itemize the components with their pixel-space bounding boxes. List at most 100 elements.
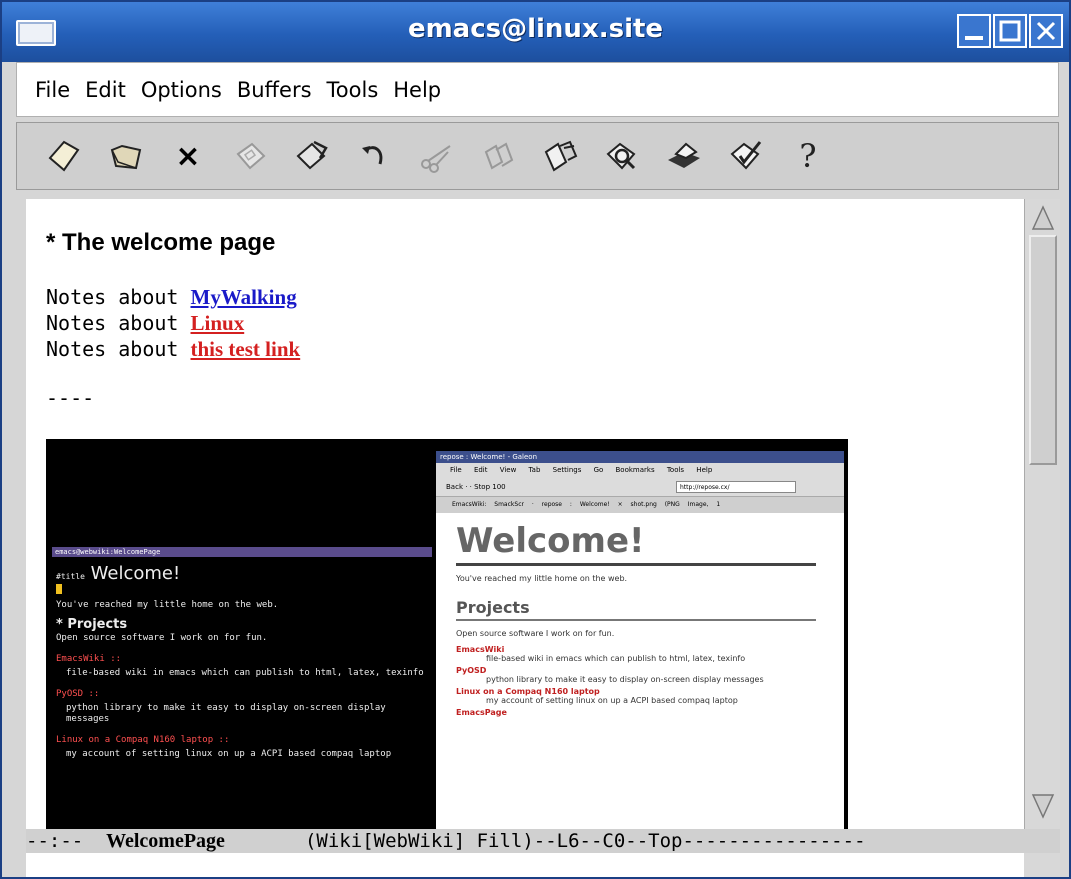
save-as-icon <box>296 140 328 170</box>
mode-line: --:-- WelcomePage (Wiki[WebWiki] Fill)--… <box>26 829 1060 853</box>
editor-buffer[interactable]: * The welcome page Notes about MyWalking… <box>26 199 1024 829</box>
browser-nav-buttons: Back · · Stop 100 <box>446 483 506 491</box>
browser-nav: Back · · Stop 100 http://repose.cx/ <box>436 477 844 497</box>
modeline-prefix: --:-- <box>26 830 107 852</box>
paste-icon <box>544 140 578 172</box>
note-prefix: Notes about <box>46 337 191 361</box>
undo-button[interactable] <box>352 134 396 178</box>
term-item-suffix: :: <box>104 654 122 664</box>
term-projects-desc: Open source software I work on for fun. <box>56 633 268 643</box>
minimize-button[interactable] <box>957 14 991 48</box>
browser-item-name: Linux on a Compaq N160 laptop <box>456 687 600 696</box>
note-prefix: Notes about <box>46 285 191 309</box>
open-file-button[interactable] <box>104 134 148 178</box>
menu-file[interactable]: File <box>35 78 70 102</box>
note-line-2: Notes about Linux <box>46 311 244 336</box>
term-item-suffix: :: <box>213 735 230 745</box>
undo-icon <box>362 146 383 165</box>
scrollbar-thumb[interactable] <box>1029 235 1057 465</box>
note-line-1: Notes about MyWalking <box>46 285 297 310</box>
new-file-button[interactable] <box>42 134 86 178</box>
link-mywalking[interactable]: MyWalking <box>191 285 297 309</box>
term-projects: * Projects <box>56 617 128 632</box>
close-buffer-button[interactable]: × <box>166 134 210 178</box>
menu-bar: File Edit Options Buffers Tools Help <box>16 62 1059 117</box>
embedded-terminal-titlebar: emacs@webwiki:WelcomePage <box>52 547 432 557</box>
modeline-status: (Wiki[WebWiki] Fill)--L6--C0--Top-------… <box>224 830 866 852</box>
browser-item-desc: python library to make it easy to displa… <box>486 675 764 684</box>
browser-projects: Projects <box>456 598 816 621</box>
save-disk-icon <box>236 142 266 170</box>
spell-check-icon <box>730 141 762 170</box>
title-prefix: #title <box>56 572 85 581</box>
term-item-desc: my account of setting linux on up a ACPI… <box>66 749 392 759</box>
term-item-desc: file-based wiki in emacs which can publi… <box>66 668 424 678</box>
embedded-terminal: emacs@webwiki:WelcomePage #title Welcome… <box>52 547 432 829</box>
browser-page: Welcome! You've reached my little home o… <box>436 513 844 725</box>
embedded-screenshot: emacs@webwiki:WelcomePage #title Welcome… <box>46 439 848 829</box>
help-icon: ? <box>799 137 817 175</box>
maximize-button[interactable] <box>993 14 1027 48</box>
browser-item-name: EmacsWiki <box>456 645 505 654</box>
toolbar: × ? <box>16 122 1059 190</box>
term-intro: You've reached my little home on the web… <box>56 600 279 610</box>
scroll-down-arrow-icon[interactable] <box>1029 791 1057 821</box>
browser-item-name: EmacsPage <box>456 708 507 717</box>
close-icon <box>1036 21 1056 41</box>
minibuffer[interactable] <box>26 853 1060 877</box>
copy-icon <box>484 142 514 170</box>
save-as-button[interactable] <box>290 134 334 178</box>
browser-url: http://repose.cx/ <box>676 481 796 493</box>
maximize-icon <box>999 20 1021 42</box>
search-button[interactable] <box>600 134 644 178</box>
note-prefix: Notes about <box>46 311 191 335</box>
menu-options[interactable]: Options <box>141 78 222 102</box>
term-item-title: Linux on a Compaq N160 laptop <box>56 735 214 745</box>
term-item-suffix: :: <box>83 689 100 699</box>
embedded-browser: repose : Welcome! - Galeon File Edit Vie… <box>436 451 844 829</box>
scroll-up-arrow-icon[interactable] <box>1029 203 1057 233</box>
term-item-desc: python library to make it easy to displa… <box>66 703 386 724</box>
new-file-icon <box>48 140 80 172</box>
browser-tabs: EmacsWiki: SmackScr · repose : Welcome! … <box>436 497 844 513</box>
minibuffer-scrollbar[interactable] <box>1024 853 1060 877</box>
close-button[interactable] <box>1029 14 1063 48</box>
paste-button[interactable] <box>538 134 582 178</box>
title-bar[interactable]: emacs@linux.site <box>2 2 1069 62</box>
menu-buffers[interactable]: Buffers <box>237 78 312 102</box>
cursor <box>56 584 62 594</box>
term-item-name: EmacsWiki :: <box>56 654 428 665</box>
spell-check-button[interactable] <box>724 134 768 178</box>
browser-item-desc: file-based wiki in emacs which can publi… <box>486 654 746 663</box>
vertical-scrollbar[interactable] <box>1024 199 1060 829</box>
print-icon <box>668 142 700 168</box>
browser-titlebar: repose : Welcome! - Galeon <box>436 451 844 463</box>
browser-page-title: Welcome! <box>456 521 816 566</box>
term-item-title: EmacsWiki <box>56 654 105 664</box>
page-heading: * The welcome page <box>46 229 276 256</box>
browser-item-name: PyOSD <box>456 666 487 675</box>
note-line-3: Notes about this test link <box>46 337 300 362</box>
minimize-icon <box>965 36 983 40</box>
term-item-name: PyOSD :: <box>56 689 428 700</box>
link-this-test-link[interactable]: this test link <box>191 337 301 361</box>
title-text: Welcome! <box>90 563 181 584</box>
open-folder-icon <box>110 144 142 170</box>
menu-edit[interactable]: Edit <box>85 78 126 102</box>
save-button[interactable] <box>228 134 272 178</box>
browser-projects-desc: Open source software I work on for fun. <box>456 629 615 638</box>
embedded-terminal-title: #title Welcome! <box>56 563 432 584</box>
term-item-title: PyOSD <box>56 689 84 699</box>
copy-button[interactable] <box>476 134 520 178</box>
menu-tools[interactable]: Tools <box>327 78 379 102</box>
term-item-name: Linux on a Compaq N160 laptop :: <box>56 735 428 746</box>
browser-intro: You've reached my little home on the web… <box>456 574 628 583</box>
help-button[interactable]: ? <box>786 134 830 178</box>
browser-menu: File Edit View Tab Settings Go Bookmarks… <box>436 463 844 477</box>
cut-button[interactable] <box>414 134 458 178</box>
print-button[interactable] <box>662 134 706 178</box>
emacs-window: emacs@linux.site File Edit Options Buffe… <box>0 0 1071 879</box>
horizontal-rule: ---- <box>46 386 95 410</box>
link-linux[interactable]: Linux <box>191 311 245 335</box>
menu-help[interactable]: Help <box>393 78 441 102</box>
